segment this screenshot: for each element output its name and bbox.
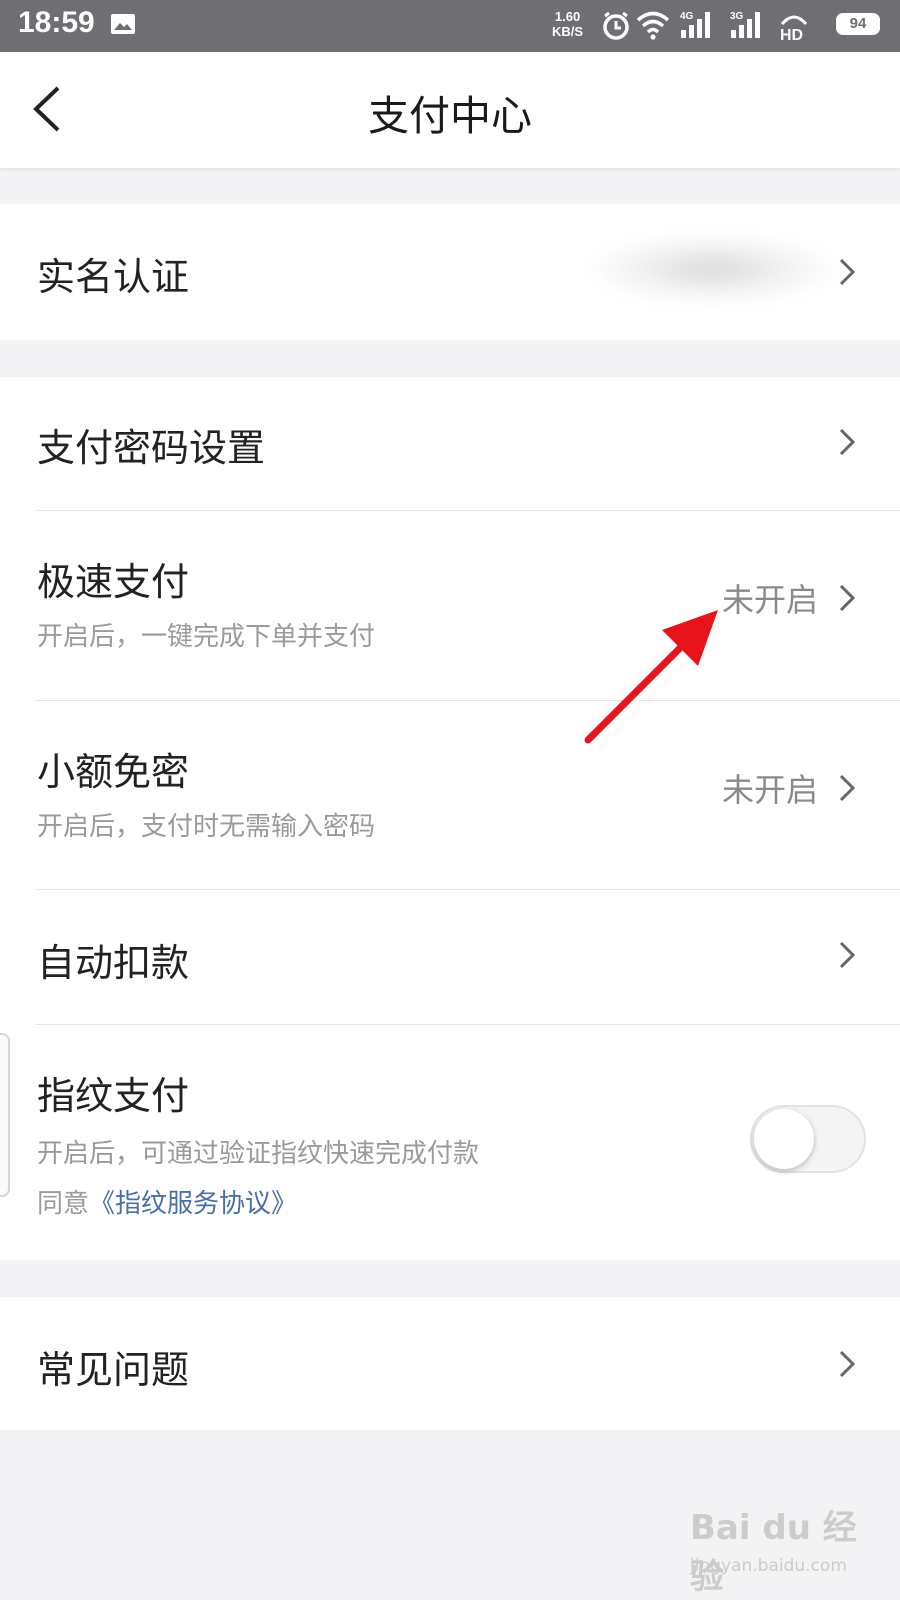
network-4g-label: 4G [680, 11, 694, 22]
annotation-arrow-icon [584, 610, 718, 744]
header-bar: 支付中心 [0, 52, 900, 168]
page-title: 支付中心 [368, 92, 532, 140]
fast-pay-status: 未开启 [721, 581, 818, 619]
fingerprint-agreement-link[interactable]: 《指纹服务协议》 [89, 1189, 297, 1219]
realname-label: 实名认证 [37, 255, 190, 299]
speed-unit: KB/S [552, 24, 584, 39]
payment-settings-section: 支付密码设置 极速支付 开启后，一键完成下单并支付 未开启 小额免密 开启后，支… [0, 377, 900, 1260]
auto-deduct-label: 自动扣款 [37, 941, 190, 985]
clock-time: 18:59 [18, 6, 95, 39]
blurred-user-name [590, 234, 835, 304]
realname-row[interactable]: 实名认证 [0, 204, 900, 340]
battery-indicator: 94 [836, 13, 880, 35]
signal-4g-icon: 4G [680, 11, 710, 38]
watermark-url: jingyan.baidu.com [690, 1556, 847, 1576]
fingerprint-pay-description: 开启后，可通过验证指纹快速完成付款 [37, 1139, 480, 1169]
network-speed: 1.60 KB/S [552, 9, 583, 39]
baidu-jingyan-watermark: Bai du 经验 jingyan.baidu.com [690, 1500, 890, 1597]
fingerprint-pay-toggle[interactable] [750, 1105, 866, 1173]
auto-deduct-row[interactable]: 自动扣款 [0, 890, 900, 1024]
fingerprint-agreement: 同意《指纹服务协议》 [37, 1183, 297, 1220]
pay-password-row[interactable]: 支付密码设置 [0, 377, 900, 510]
signal-3g-icon: 3G [730, 11, 760, 38]
hd-voice-icon: HD [780, 15, 808, 42]
watermark-logo: Bai du 经验 [690, 1508, 857, 1597]
message-icon [111, 14, 135, 34]
small-password-free-label: 小额免密 [37, 750, 190, 794]
status-bar: 18:59 1.60 KB/S 4G 3G HD 94 [0, 0, 900, 52]
small-password-free-status: 未开启 [721, 771, 818, 809]
faq-label: 常见问题 [37, 1348, 190, 1392]
small-password-free-description: 开启后，支付时无需输入密码 [37, 812, 376, 842]
pay-password-label: 支付密码设置 [37, 426, 266, 470]
toggle-knob [754, 1109, 814, 1169]
faq-section: 常见问题 [0, 1297, 900, 1430]
wifi-icon [636, 11, 670, 40]
chevron-right-icon [839, 258, 856, 286]
fast-pay-row[interactable]: 极速支付 开启后，一键完成下单并支付 未开启 [0, 511, 900, 700]
chevron-right-icon [839, 584, 856, 612]
chevron-right-icon [839, 941, 856, 969]
fingerprint-pay-label: 指纹支付 [37, 1074, 190, 1118]
chevron-right-icon [839, 1350, 856, 1378]
faq-row[interactable]: 常见问题 [0, 1297, 900, 1430]
small-password-free-row[interactable]: 小额免密 开启后，支付时无需输入密码 未开启 [0, 701, 900, 889]
agreement-prefix: 同意 [37, 1189, 90, 1219]
network-3g-label: 3G [730, 11, 744, 22]
floating-side-tab[interactable] [0, 1033, 10, 1197]
fast-pay-description: 开启后，一键完成下单并支付 [37, 622, 376, 652]
speed-value: 1.60 [554, 9, 581, 24]
alarm-icon [603, 11, 629, 40]
fast-pay-label: 极速支付 [37, 560, 190, 604]
chevron-right-icon [839, 428, 856, 456]
hd-label: HD [780, 27, 803, 42]
realname-section: 实名认证 [0, 204, 900, 340]
chevron-right-icon [839, 774, 856, 802]
fingerprint-pay-row: 指纹支付 开启后，可通过验证指纹快速完成付款 同意《指纹服务协议》 [0, 1025, 900, 1260]
